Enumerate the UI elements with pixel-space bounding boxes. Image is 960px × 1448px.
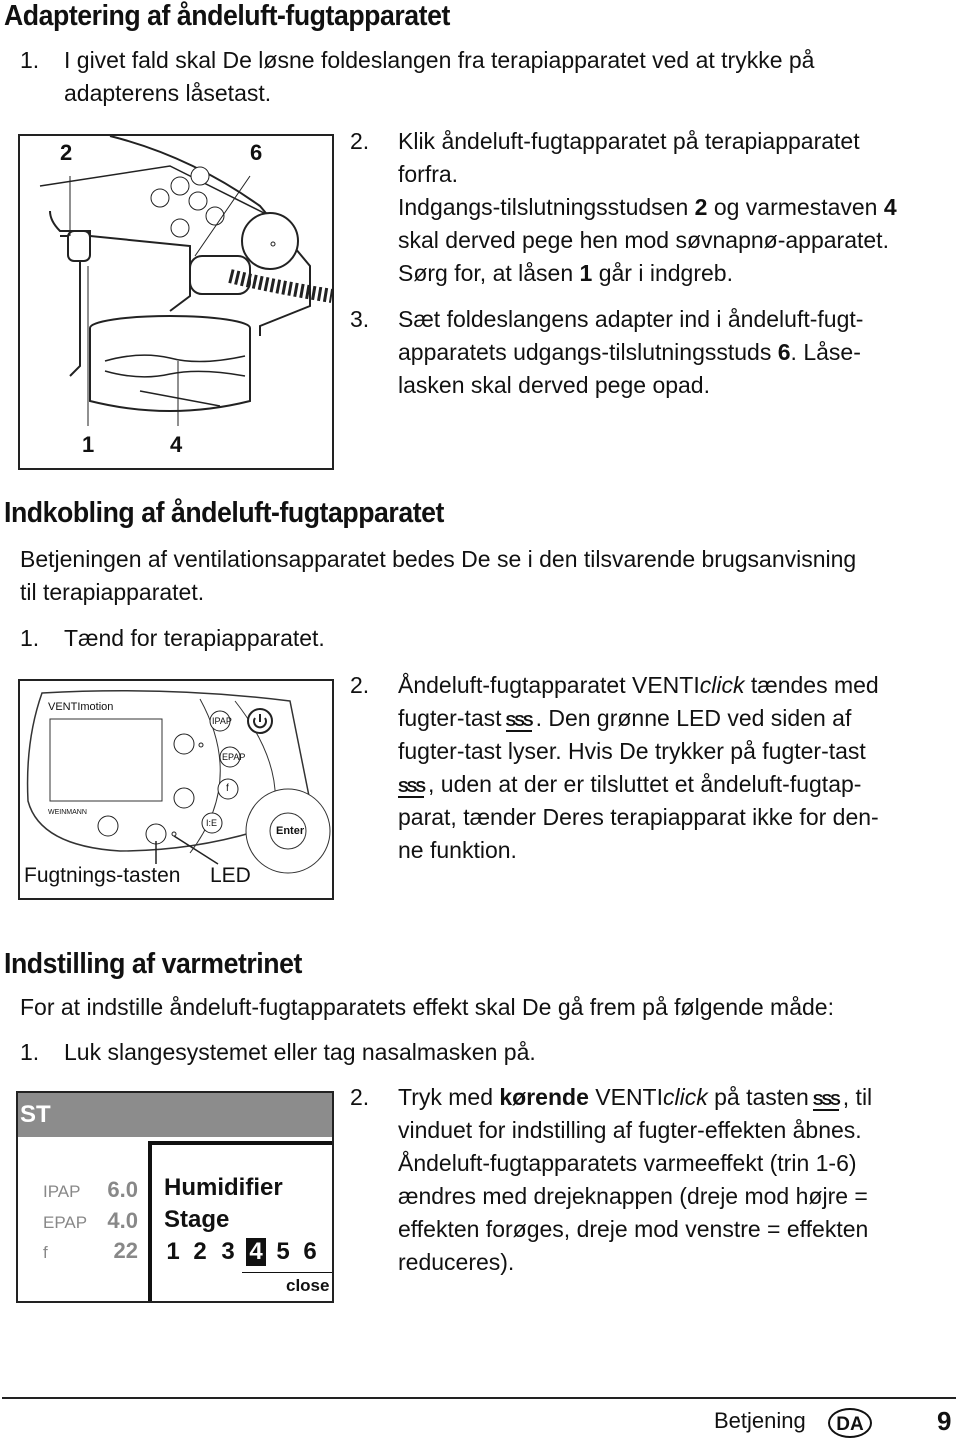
section-heading-indstilling: Indstilling af varmetrinet <box>4 948 302 980</box>
popup-subtitle: Stage <box>164 1206 230 1233</box>
caption-led: LED <box>210 864 251 887</box>
step-text: Åndeluft-fugtapparatets varmeeffekt (tri… <box>398 1150 857 1176</box>
brand-logo: VENTImotion <box>48 701 114 713</box>
step-text: I givet fald skal De løsne foldeslangen … <box>64 47 815 73</box>
text-run-bold: kørende <box>499 1084 589 1110</box>
param-value: 22 <box>113 1238 138 1263</box>
callout-2: 2 <box>60 140 73 165</box>
section-heading-indkobling: Indkobling af åndeluft-fugtapparatet <box>4 497 444 529</box>
ipap-button: IPAP <box>212 716 232 726</box>
text-run: og varmestaven <box>707 194 884 220</box>
control-panel-figure: VENTImotion WEINMANN IPAP EPAP f I:E Ent… <box>18 679 334 900</box>
humidifier-icon: ЅЅЅ <box>398 779 426 798</box>
text-run: Åndeluft-fugtapparatet VENTI <box>398 672 700 698</box>
step-text: adapterens låsetast. <box>64 80 272 106</box>
humidifier-icon: ЅЅЅ <box>812 1092 841 1111</box>
step-text: vinduet for indstilling af fugter-effekt… <box>398 1117 862 1143</box>
step-text: ændres med drejeknappen (dreje mod højre… <box>398 1183 868 1209</box>
param-label: f <box>43 1243 48 1262</box>
step-text: Tænd for terapiapparatet. <box>64 625 325 651</box>
step-text: fugter-tast lyser. Hvis De trykker på fu… <box>398 738 866 764</box>
param-label: EPAP <box>43 1213 88 1232</box>
stage-option: 5 <box>276 1238 290 1265</box>
step-number: 2. <box>350 128 370 154</box>
step-text: reduceres). <box>398 1249 515 1275</box>
step-text: Sæt foldeslangens adapter ind i åndeluft… <box>398 306 864 332</box>
step-number: 1. <box>20 625 40 651</box>
language-badge: DA <box>828 1408 872 1438</box>
step-text: ne funktion. <box>398 837 517 863</box>
text-run: Tryk med <box>398 1084 500 1110</box>
text-run: fugter-tast <box>398 705 502 731</box>
page-number: 9 <box>937 1406 952 1436</box>
step-number: 2. <box>350 672 370 698</box>
mode-bar: ST <box>18 1093 332 1137</box>
text-run-italic: click <box>663 1084 708 1110</box>
text-run: på tasten <box>707 1084 809 1110</box>
humidifier-illustration <box>39 135 334 426</box>
intro-text: Betjeningen af ventilationsapparatet bed… <box>20 546 857 572</box>
step-text: Tryk med kørende VENTIclick på tasten ЅЅЅ… <box>398 1081 872 1114</box>
step-text: effekten forøges, dreje mod venstre = ef… <box>398 1216 869 1242</box>
step-text: Luk slangesystemet eller tag nasalmasken… <box>64 1039 536 1065</box>
step-number: 1. <box>20 1039 40 1065</box>
text-run: , til <box>842 1084 873 1110</box>
step-text: skal derved pege hen mod søvnapnø-appara… <box>398 227 889 253</box>
param-label: IPAP <box>43 1182 81 1201</box>
humidifier-icon: ЅЅЅ <box>505 713 534 732</box>
step-number: 2. <box>350 1084 370 1110</box>
text-run: går i indgreb. <box>592 260 733 286</box>
text-run: , uden at der er tilsluttet et åndeluft-… <box>428 771 862 797</box>
step-text: forfra. <box>398 161 459 187</box>
f-button: f <box>226 783 229 794</box>
callout-1: 1 <box>82 432 95 457</box>
param-value: 4.0 <box>107 1208 138 1233</box>
stage-option: 2 <box>193 1238 207 1265</box>
footer-divider <box>2 1397 956 1399</box>
ref-4: 4 <box>883 194 897 220</box>
epap-button: EPAP <box>222 752 246 762</box>
step-text: ЅЅЅ, uden at der er tilsluttet et åndelu… <box>398 768 861 801</box>
step-text: Sørg for, at låsen 1 går i indgreb. <box>398 257 733 290</box>
step-number: 1. <box>20 47 40 73</box>
close-softkey: close <box>286 1276 330 1295</box>
step-text: parat, tænder Deres terapiapparat ikke f… <box>398 804 879 830</box>
text-run: Indgangs-tilslutningsstudsen <box>398 194 695 220</box>
ref-1: 1 <box>579 260 593 286</box>
callout-4: 4 <box>170 432 183 457</box>
param-value: 6.0 <box>107 1177 138 1202</box>
text-run: . Den grønne LED ved siden af <box>535 705 852 731</box>
text-run: apparatets udgangs-tilslutningsstuds <box>398 339 778 365</box>
enter-button: Enter <box>276 825 305 837</box>
ie-button: I:E <box>206 818 218 828</box>
stage-option-selected: 4 <box>246 1238 266 1266</box>
text-run: . Låse- <box>790 339 861 365</box>
step-text: fugter-tast ЅЅЅ. Den grønne LED ved siden… <box>398 702 851 735</box>
section-heading-adaptering: Adaptering af åndeluft-fugtapparatet <box>4 0 450 32</box>
popup-title: Humidifier <box>164 1174 283 1201</box>
stage-option: 6 <box>303 1238 317 1265</box>
caption-humidifier-key: Fugtnings-tasten <box>24 864 181 887</box>
step-number: 3. <box>350 306 370 332</box>
ref-6: 6 <box>777 339 791 365</box>
weinmann-logo: WEINMANN <box>48 809 87 816</box>
step-text: Klik åndeluft-fugtapparatet på terapiapp… <box>398 128 860 154</box>
callout-6: 6 <box>250 140 263 165</box>
intro-text: For at indstille åndeluft-fugtapparatets… <box>20 994 834 1020</box>
text-run: VENTI <box>588 1084 663 1110</box>
intro-text: til terapiapparatet. <box>20 579 205 605</box>
stage-option: 1 <box>166 1238 180 1265</box>
step-text: lasken skal derved pege opad. <box>398 372 710 398</box>
stage-option: 3 <box>221 1238 235 1265</box>
text-run: Sørg for, at låsen <box>398 260 580 286</box>
footer-section: Betjening <box>714 1408 806 1433</box>
text-run-italic: click <box>699 672 745 698</box>
step-text: Indgangs-tilslutningsstudsen 2 og varmes… <box>398 191 897 224</box>
ref-2: 2 <box>694 194 708 220</box>
step-text: apparatets udgangs-tilslutningsstuds 6. … <box>398 336 861 369</box>
close-divider <box>242 1272 332 1273</box>
humidifier-attach-figure: 2 6 1 4 <box>18 134 334 470</box>
text-run: tændes med <box>744 672 879 698</box>
step-text: Åndeluft-fugtapparatet VENTIclick tændes… <box>398 669 879 702</box>
